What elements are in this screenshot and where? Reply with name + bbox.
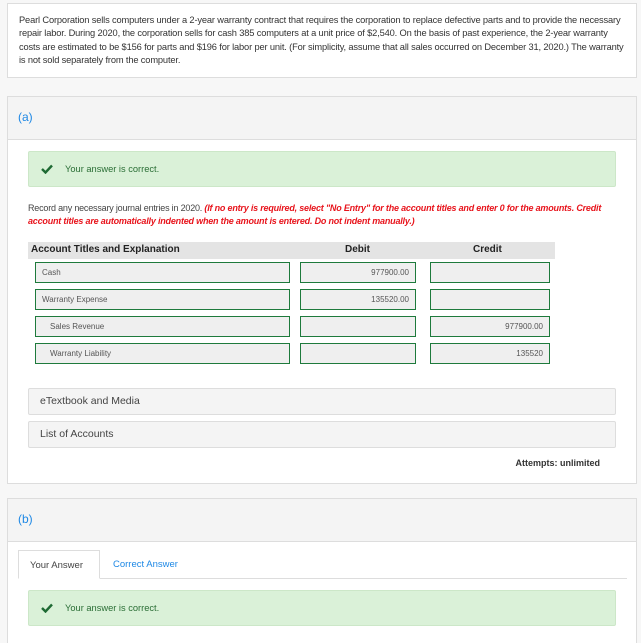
journal-header: Account Titles and Explanation Debit Cre…: [28, 242, 555, 259]
attempts-label: Attempts: unlimited: [515, 458, 601, 468]
part-a-label: (a): [18, 110, 33, 124]
debit-input[interactable]: [300, 343, 416, 364]
alert-text: Your answer is correct.: [65, 164, 160, 174]
debit-input[interactable]: 977900.00: [300, 262, 416, 283]
debit-input[interactable]: 135520.00: [300, 289, 416, 310]
etextbook-button[interactable]: eTextbook and Media: [28, 388, 616, 415]
check-icon: [41, 164, 53, 174]
correct-alert-a: Your answer is correct.: [28, 151, 616, 187]
part-b-header: (b): [8, 499, 636, 542]
problem-statement: Pearl Corporation sells computers under …: [7, 3, 637, 78]
account-title-input[interactable]: Sales Revenue: [35, 316, 290, 337]
alert-text: Your answer is correct.: [65, 603, 160, 613]
account-title-input[interactable]: Cash: [35, 262, 290, 283]
tab-correct-answer[interactable]: Correct Answer: [102, 550, 189, 579]
part-b-panel: (b) Your Answer Correct Answer Your answ…: [7, 498, 637, 643]
part-a-panel: (a) Your answer is correct. Record any n…: [7, 96, 637, 484]
account-title-input[interactable]: Warranty Liability: [35, 343, 290, 364]
correct-alert-b: Your answer is correct.: [28, 590, 616, 626]
debit-input[interactable]: [300, 316, 416, 337]
tab-your-answer[interactable]: Your Answer: [18, 550, 100, 579]
list-of-accounts-button[interactable]: List of Accounts: [28, 421, 616, 448]
header-credit: Credit: [473, 244, 502, 255]
header-debit: Debit: [345, 244, 370, 255]
header-account: Account Titles and Explanation: [31, 244, 180, 255]
instructions: Record any necessary journal entries in …: [28, 202, 618, 228]
credit-input[interactable]: [430, 262, 550, 283]
credit-input[interactable]: [430, 289, 550, 310]
check-icon: [41, 603, 53, 613]
account-title-input[interactable]: Warranty Expense: [35, 289, 290, 310]
credit-input[interactable]: 135520: [430, 343, 550, 364]
instruction-text: Record any necessary journal entries in …: [28, 203, 203, 213]
credit-input[interactable]: 977900.00: [430, 316, 550, 337]
part-b-label: (b): [18, 512, 33, 526]
part-a-header: (a): [8, 97, 636, 140]
answer-tabs: Your Answer Correct Answer: [18, 550, 627, 579]
